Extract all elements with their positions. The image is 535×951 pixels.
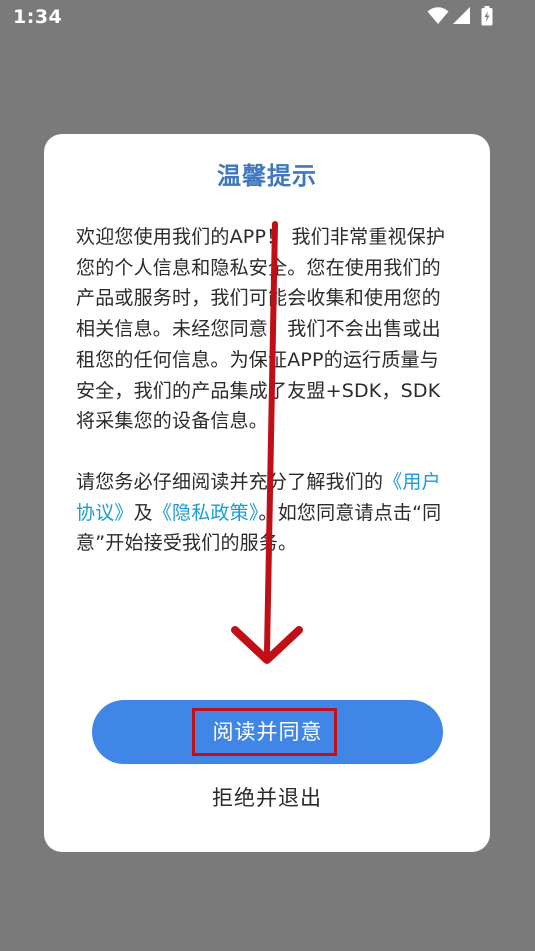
reject-button[interactable]: 拒绝并退出	[44, 782, 490, 812]
status-time: 1:34	[13, 6, 63, 28]
consent-paragraph: 请您务必仔细阅读并充分了解我们的《用户协议》及《隐私政策》。如您同意请点击“同意…	[76, 467, 456, 559]
status-bar: 1:34	[0, 0, 535, 36]
consent-prefix: 请您务必仔细阅读并充分了解我们的	[76, 470, 384, 493]
privacy-policy-link[interactable]: 《隐私政策》	[153, 502, 259, 524]
wifi-icon	[427, 7, 449, 24]
battery-icon	[481, 6, 493, 26]
highlight-box	[192, 708, 337, 756]
dialog-title: 温馨提示	[217, 162, 317, 190]
dialog-body: 欢迎您使用我们的APP！ 我们非常重视保护您的个人信息和隐私安全。您在使用我们的…	[76, 222, 456, 559]
privacy-dialog: 温馨提示 欢迎您使用我们的APP！ 我们非常重视保护您的个人信息和隐私安全。您在…	[44, 134, 490, 852]
consent-conjunction: 及	[133, 501, 153, 524]
welcome-paragraph: 欢迎您使用我们的APP！ 我们非常重视保护您的个人信息和隐私安全。您在使用我们的…	[76, 226, 446, 433]
signal-icon	[453, 7, 470, 24]
